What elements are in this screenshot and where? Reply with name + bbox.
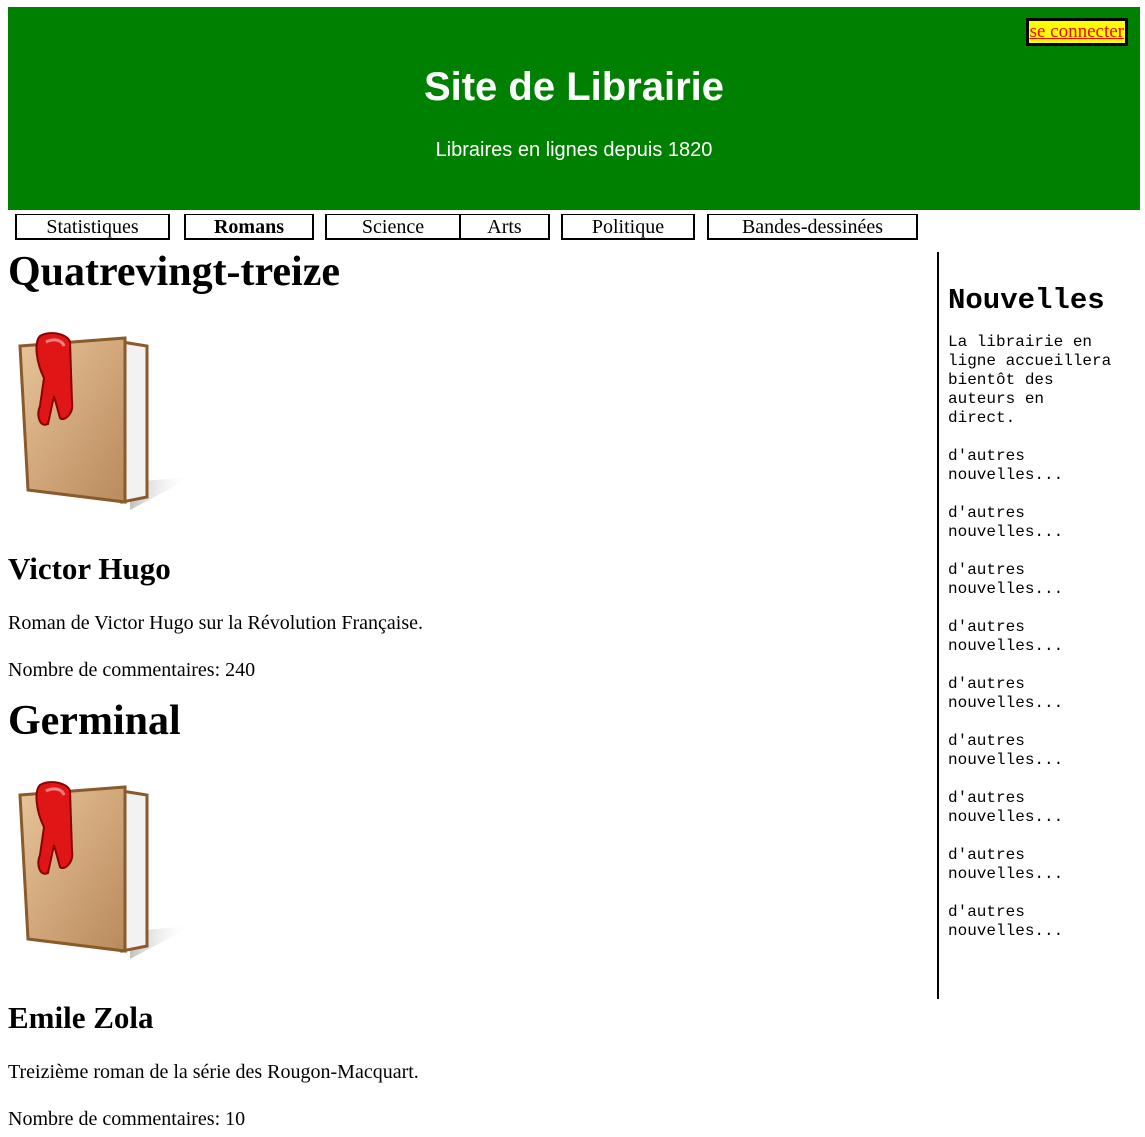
- news-more-link[interactable]: d'autres nouvelles...: [948, 789, 1118, 827]
- book-entry: Quatrevingt-treize Victor Hugo Roman de …: [8, 248, 928, 682]
- news-more-link[interactable]: d'autres nouvelles...: [948, 561, 1118, 599]
- news-more-link[interactable]: d'autres nouvelles...: [948, 846, 1118, 884]
- news-more-link[interactable]: d'autres nouvelles...: [948, 732, 1118, 770]
- book-author: Victor Hugo: [8, 551, 171, 586]
- book-icon[interactable]: [10, 332, 200, 512]
- tab-science[interactable]: Science: [325, 214, 461, 240]
- book-list: Quatrevingt-treize Victor Hugo Roman de …: [8, 248, 928, 1131]
- tab-statistiques[interactable]: Statistiques: [15, 214, 170, 240]
- news-item: La librairie en ligne accueillera bientô…: [948, 333, 1112, 427]
- news-sidebar: Nouvelles La librairie en ligne accueill…: [937, 252, 1145, 999]
- book-description: Roman de Victor Hugo sur la Révolution F…: [8, 612, 424, 634]
- book-title[interactable]: Germinal: [8, 697, 928, 745]
- news-more-link[interactable]: d'autres nouvelles...: [948, 618, 1118, 656]
- site-title: Site de Librairie: [423, 65, 725, 109]
- news-more-link[interactable]: d'autres nouvelles...: [948, 675, 1118, 713]
- book-entry: Germinal Emile Zola Treizième roman de l…: [8, 697, 928, 1131]
- site-subtitle: Libraires en lignes depuis 1820: [435, 139, 713, 161]
- news-more-link[interactable]: d'autres nouvelles...: [948, 504, 1118, 542]
- book-description: Treizième roman de la série des Rougon-M…: [8, 1061, 419, 1083]
- site-header: se connecter Site de Librairie Libraires…: [8, 7, 1140, 210]
- book-title[interactable]: Quatrevingt-treize: [8, 248, 928, 296]
- tab-romans[interactable]: Romans: [184, 214, 314, 240]
- book-icon[interactable]: [10, 781, 200, 961]
- tab-politique[interactable]: Politique: [561, 214, 695, 240]
- tab-bandes-dessinees[interactable]: Bandes-dessinées: [707, 214, 918, 240]
- login-link[interactable]: se connecter: [1025, 18, 1128, 46]
- news-more-link[interactable]: d'autres nouvelles...: [948, 447, 1118, 485]
- book-comments-count: Nombre de commentaires: 240: [8, 659, 256, 681]
- book-comments-count: Nombre de commentaires: 10: [8, 1108, 246, 1130]
- book-author: Emile Zola: [8, 1000, 154, 1035]
- news-more-link[interactable]: d'autres nouvelles...: [948, 903, 1118, 941]
- news-title: Nouvelles: [948, 284, 1105, 317]
- tab-arts[interactable]: Arts: [459, 214, 550, 240]
